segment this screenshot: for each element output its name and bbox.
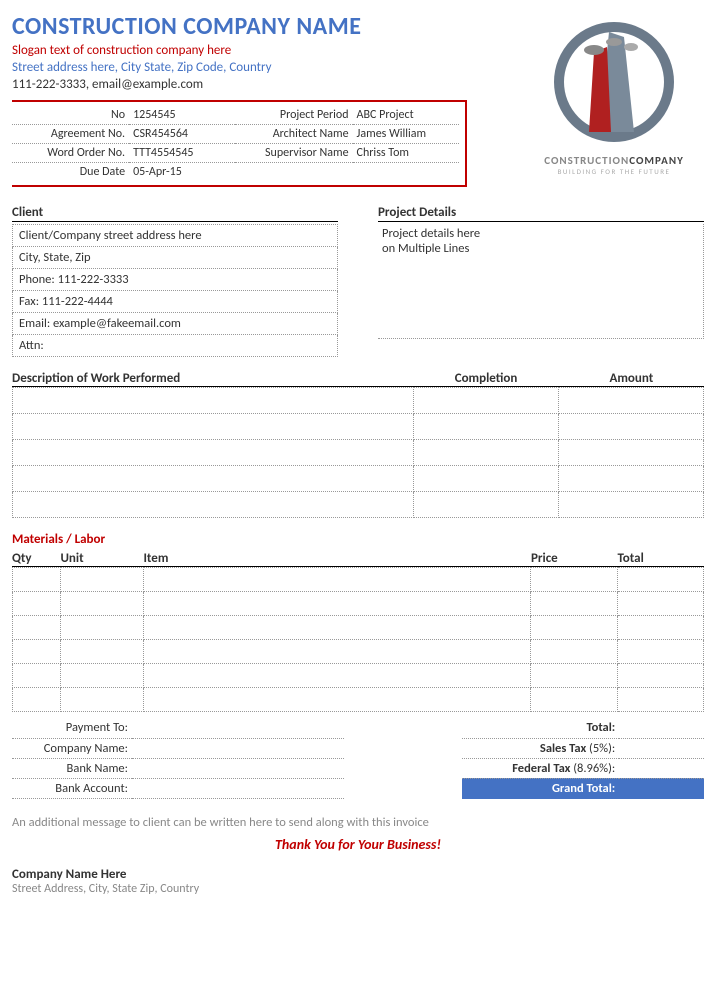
meta-period-label: Project Period [235,106,352,125]
logo-text-main: CONSTRUCTIONCOMPANY [524,154,704,167]
table-row [13,466,704,492]
materials-table [12,567,704,712]
payment-account-label: Bank Account: [12,778,132,798]
client-heading: Client [12,205,338,222]
salestax-value [619,738,704,758]
company-logo: CONSTRUCTIONCOMPANY BUILDING FOR THE FUT… [524,12,704,187]
total-label: Total: [462,718,619,738]
salestax-label: Sales Tax (5%): [462,738,619,758]
work-h-amount: Amount [559,371,704,386]
client-csz: City, State, Zip [13,247,338,269]
meta-no-label: No [12,106,129,125]
payment-bank-value [132,758,344,778]
project-line1: Project details here [382,226,699,241]
company-slogan: Slogan text of construction company here [12,43,524,58]
table-row [13,592,704,616]
project-meta-box: No 1254545 Project Period ABC Project Ag… [12,100,467,187]
meta-period-value: ABC Project [353,106,459,125]
client-project-row: Client Client/Company street address her… [12,205,704,357]
grandtotal-label: Grand Total: [462,778,619,798]
client-section: Client Client/Company street address her… [12,205,338,357]
work-h-description: Description of Work Performed [12,371,413,386]
meta-workorder-label: Word Order No. [12,144,129,163]
footer-company-name: Company Name Here [12,867,704,882]
payment-company-value [132,738,344,758]
thank-you-message: Thank You for Your Business! [12,836,704,853]
table-row [13,688,704,712]
project-details-heading: Project Details [378,205,704,222]
logo-text-sub: BUILDING FOR THE FUTURE [524,167,704,176]
company-address: Street address here, City State, Zip Cod… [12,60,524,75]
table-row [13,388,704,414]
client-attn: Attn: [13,335,338,357]
federaltax-label: Federal Tax (8.96%): [462,758,619,778]
payment-to-value [132,718,344,738]
table-row [13,640,704,664]
table-row [13,492,704,518]
table-row [13,414,704,440]
mat-h-item: Item [143,551,531,566]
project-line2: on Multiple Lines [382,241,699,256]
work-h-completion: Completion [413,371,558,386]
footer-company-address: Street Address, City, State Zip, Country [12,882,704,896]
totals-table: Total: Sales Tax (5%): Federal Tax (8.96… [462,718,704,799]
grandtotal-value [619,778,704,798]
table-row [13,616,704,640]
meta-supervisor-label: Supervisor Name [235,144,352,163]
mat-h-qty: Qty [12,551,60,566]
payment-totals-row: Payment To: Company Name: Bank Name: Ban… [12,718,704,799]
header-left: CONSTRUCTION COMPANY NAME Slogan text of… [12,12,524,187]
work-table [12,387,704,518]
table-row [13,568,704,592]
federaltax-value [619,758,704,778]
client-phone: Phone: 111-222-3333 [13,269,338,291]
payment-company-label: Company Name: [12,738,132,758]
meta-architect-value: James William [353,125,459,144]
project-details-section: Project Details Project details here on … [378,205,704,357]
company-name: CONSTRUCTION COMPANY NAME [12,12,524,41]
meta-architect-label: Architect Name [235,125,352,144]
mat-h-unit: Unit [60,551,143,566]
footer-message: An additional message to client can be w… [12,815,704,830]
meta-workorder-value: TTT4554545 [129,144,235,163]
payment-table: Payment To: Company Name: Bank Name: Ban… [12,718,344,799]
client-table: Client/Company street address here City,… [12,224,338,357]
meta-agreement-value: CSR454564 [129,125,235,144]
work-header-row: Description of Work Performed Completion… [12,371,704,387]
meta-duedate-value: 05-Apr-15 [129,163,235,182]
mat-h-price: Price [531,551,618,566]
meta-duedate-label: Due Date [12,163,129,182]
meta-agreement-label: Agreement No. [12,125,129,144]
client-email: Email: example@fakeemail.com [13,313,338,335]
company-contact: 111-222-3333, email@example.com [12,77,524,92]
meta-supervisor-value: Chriss Tom [353,144,459,163]
client-address: Client/Company street address here [13,225,338,247]
client-fax: Fax: 111-222-4444 [13,291,338,313]
project-details-body: Project details here on Multiple Lines [378,224,704,339]
header: CONSTRUCTION COMPANY NAME Slogan text of… [12,12,704,187]
meta-table: No 1254545 Project Period ABC Project Ag… [12,106,459,181]
materials-header-row: Qty Unit Item Price Total [12,551,704,567]
materials-heading: Materials / Labor [12,532,704,547]
meta-no-value: 1254545 [129,106,235,125]
table-row [13,440,704,466]
payment-bank-label: Bank Name: [12,758,132,778]
payment-account-value [132,778,344,798]
table-row [13,664,704,688]
total-value [619,718,704,738]
payment-to-label: Payment To: [12,718,132,738]
mat-h-total: Total [617,551,704,566]
building-logo-icon [539,12,689,152]
